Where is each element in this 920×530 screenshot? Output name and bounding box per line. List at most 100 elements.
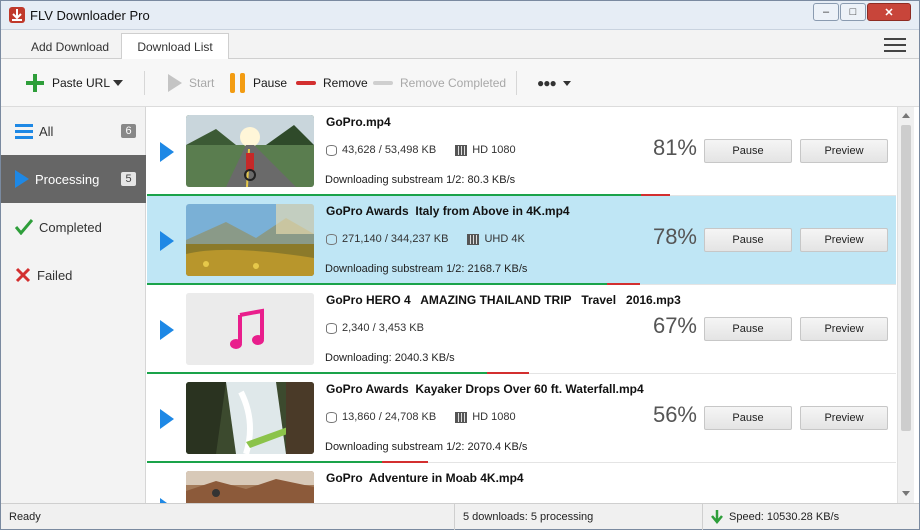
film-icon <box>455 144 468 156</box>
status-bar: Ready 5 downloads: 5 processing Speed: 1… <box>1 503 919 530</box>
download-row[interactable]: GoPro.mp4 43,628 / 53,498 KB HD 1080 Dow… <box>147 107 896 196</box>
pause-button[interactable]: Pause <box>230 59 287 107</box>
tab-bar: Add Download Download List <box>1 30 919 60</box>
file-name: GoPro HERO 4 AMAZING THAILAND TRIP Trave… <box>326 293 681 307</box>
more-dots-icon: ●●● <box>537 76 557 90</box>
file-size: 2,340 / 3,453 KB <box>342 322 424 334</box>
remove-completed-label: Remove Completed <box>400 76 507 90</box>
download-row[interactable]: GoPro HERO 4 AMAZING THAILAND TRIP Trave… <box>147 285 896 374</box>
preview-button[interactable]: Preview <box>800 317 888 341</box>
cross-icon <box>15 267 31 283</box>
title-bar: FLV Downloader Pro – □ ✕ <box>1 1 919 30</box>
app-download-icon <box>9 7 25 23</box>
chevron-down-icon <box>562 80 571 86</box>
download-row[interactable]: GoPro Awards Italy from Above in 4K.mp4 … <box>147 196 896 285</box>
scroll-down-arrow[interactable] <box>902 491 910 496</box>
film-icon <box>455 411 468 423</box>
download-row[interactable]: GoPro Adventure in Moab 4K.mp4 <box>147 463 896 503</box>
download-status: Downloading: 2040.3 KB/s <box>325 352 455 364</box>
pause-label: Pause <box>253 76 288 90</box>
file-size: 43,628 / 53,498 KB <box>342 144 437 156</box>
minimize-button[interactable]: – <box>813 3 839 21</box>
pause-button[interactable]: Pause <box>704 139 792 163</box>
toolbar-divider <box>516 71 517 95</box>
download-arrow-icon <box>711 510 723 524</box>
minus-icon <box>373 81 393 85</box>
window-title: FLV Downloader Pro <box>30 8 150 23</box>
download-list: GoPro.mp4 43,628 / 53,498 KB HD 1080 Dow… <box>147 107 896 503</box>
file-meta: 13,860 / 24,708 KB HD 1080 <box>326 411 516 423</box>
remove-completed-button[interactable]: Remove Completed <box>373 59 506 107</box>
video-quality: HD 1080 <box>472 144 516 156</box>
resume-play-icon[interactable] <box>160 320 174 340</box>
pause-button[interactable]: Pause <box>704 406 792 430</box>
file-meta: 2,340 / 3,453 KB <box>326 322 424 334</box>
count-badge: 6 <box>121 124 136 138</box>
database-icon <box>326 322 337 334</box>
remove-button[interactable]: Remove <box>296 59 368 107</box>
progress-percent: 56% <box>652 402 697 427</box>
status-ready: Ready <box>9 511 41 523</box>
sidebar-item-processing[interactable]: Processing 5 <box>1 155 146 203</box>
tab-add-download[interactable]: Add Download <box>21 33 119 60</box>
maximize-button[interactable]: □ <box>840 3 866 21</box>
list-icon <box>15 124 33 139</box>
play-icon <box>15 170 29 188</box>
scrollbar-thumb[interactable] <box>901 125 911 431</box>
remove-label: Remove <box>323 76 368 90</box>
download-status: Downloading substream 1/2: 2168.7 KB/s <box>325 263 528 275</box>
video-thumbnail <box>186 115 314 187</box>
file-name: GoPro Awards Italy from Above in 4K.mp4 <box>326 204 570 218</box>
video-quality: UHD 4K <box>484 233 525 245</box>
database-icon <box>326 144 337 156</box>
app-window: FLV Downloader Pro – □ ✕ Add Download Do… <box>0 0 920 530</box>
preview-button[interactable]: Preview <box>800 139 888 163</box>
paste-url-button[interactable]: Paste URL <box>25 59 110 107</box>
play-icon <box>168 74 182 92</box>
file-size: 13,860 / 24,708 KB <box>342 411 437 423</box>
sidebar-item-label: Completed <box>39 219 102 235</box>
preview-button[interactable]: Preview <box>800 406 888 430</box>
resume-play-icon[interactable] <box>160 231 174 251</box>
plus-icon <box>26 74 44 92</box>
sidebar-item-failed[interactable]: Failed <box>1 251 146 299</box>
database-icon <box>326 233 337 245</box>
file-meta: 43,628 / 53,498 KB HD 1080 <box>326 144 516 156</box>
start-button[interactable]: Start <box>168 59 214 107</box>
sidebar-item-label: Processing <box>35 171 100 187</box>
video-thumbnail <box>186 382 314 454</box>
music-note-icon <box>186 293 314 365</box>
close-button[interactable]: ✕ <box>867 3 911 21</box>
tab-download-list[interactable]: Download List <box>121 33 229 60</box>
start-label: Start <box>189 76 215 90</box>
count-badge: 5 <box>121 172 136 186</box>
progress-percent: 78% <box>652 224 697 249</box>
checkmark-icon <box>15 219 33 235</box>
vertical-scrollbar[interactable] <box>897 107 914 503</box>
database-icon <box>326 411 337 423</box>
preview-button[interactable]: Preview <box>800 228 888 252</box>
progress-percent: 67% <box>652 313 697 338</box>
sidebar-item-all[interactable]: All 6 <box>1 107 146 155</box>
paste-url-dropdown[interactable] <box>113 59 123 107</box>
resume-play-icon[interactable] <box>160 142 174 162</box>
download-row[interactable]: GoPro Awards Kayaker Drops Over 60 ft. W… <box>147 374 896 463</box>
download-speed: Speed: 10530.28 KB/s <box>729 511 840 523</box>
video-thumbnail <box>186 204 314 276</box>
pause-button[interactable]: Pause <box>704 228 792 252</box>
status-summary: 5 downloads: 5 processing <box>454 504 701 530</box>
progress-percent: 81% <box>652 135 697 160</box>
film-icon <box>467 233 480 245</box>
resume-play-icon[interactable] <box>160 409 174 429</box>
more-options-button[interactable]: ●●● <box>537 59 571 107</box>
download-status: Downloading substream 1/2: 80.3 KB/s <box>325 174 516 186</box>
hamburger-menu-icon[interactable] <box>884 38 906 52</box>
sidebar-item-completed[interactable]: Completed <box>1 203 146 251</box>
file-meta: 271,140 / 344,237 KB UHD 4K <box>326 233 525 245</box>
sidebar-item-label: Failed <box>37 267 73 283</box>
scroll-up-arrow[interactable] <box>902 113 910 118</box>
video-thumbnail <box>186 471 314 503</box>
pause-button[interactable]: Pause <box>704 317 792 341</box>
file-name: GoPro Adventure in Moab 4K.mp4 <box>326 471 524 485</box>
file-size: 271,140 / 344,237 KB <box>342 233 449 245</box>
